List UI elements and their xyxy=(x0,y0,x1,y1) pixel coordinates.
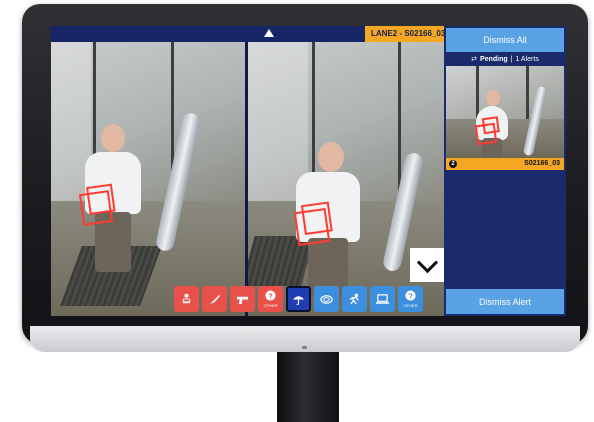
question-icon: ? xyxy=(265,290,276,301)
alert-number-badge: 2 xyxy=(449,160,457,168)
threat-category-toolbar: ? OTHER ? OTHER xyxy=(174,286,444,314)
laptop-icon xyxy=(376,293,389,304)
threat-bounding-box[interactable] xyxy=(293,207,331,247)
gun-icon xyxy=(236,296,249,304)
screen: LANE2 - S02166_03 ? OTHER ? OTHER Dismis… xyxy=(51,26,566,316)
tool-explosive-button[interactable] xyxy=(174,286,199,312)
chevron-down-icon xyxy=(416,251,438,273)
alert-count: 1 Alerts xyxy=(515,55,539,63)
person-head xyxy=(486,90,500,106)
threat-bounding-box[interactable] xyxy=(78,190,114,226)
alert-thumbnail[interactable] xyxy=(446,66,564,158)
tool-caption: OTHER xyxy=(403,303,418,308)
pending-label: Pending xyxy=(480,55,508,63)
dismiss-alert-button[interactable]: Dismiss Alert xyxy=(446,289,564,314)
expand-down-button[interactable] xyxy=(410,248,444,282)
person-head xyxy=(101,124,125,152)
swap-arrows-icon: ⇄ xyxy=(471,56,478,63)
tool-laptop-button[interactable] xyxy=(370,286,395,312)
camera-top-bar: LANE2 - S02166_03 xyxy=(51,26,452,42)
power-indicator xyxy=(302,346,307,349)
separator: | xyxy=(510,55,513,63)
monitor-stand xyxy=(277,352,339,422)
umbrella-icon xyxy=(292,295,305,305)
svg-text:?: ? xyxy=(268,291,273,300)
pending-status: ⇄ Pending | 1 Alerts xyxy=(446,53,564,65)
alert-thumbnail-id: S02166_03 xyxy=(524,160,560,167)
tool-gun-button[interactable] xyxy=(230,286,255,312)
alert-thumbnail-label-bar: 2 S02166_03 xyxy=(446,158,564,170)
tool-person-button[interactable] xyxy=(342,286,367,312)
tool-knife-button[interactable] xyxy=(202,286,227,312)
question-icon: ? xyxy=(405,290,416,301)
svg-text:?: ? xyxy=(408,291,413,300)
tool-other-benign-button[interactable]: ? OTHER xyxy=(398,286,423,312)
tool-other-threat-button[interactable]: ? OTHER xyxy=(258,286,283,312)
camera-view-left[interactable] xyxy=(51,42,245,316)
cash-bundle-icon xyxy=(320,294,333,304)
threat-bounding-box xyxy=(474,122,498,146)
collapse-up-icon[interactable] xyxy=(264,29,274,37)
knife-icon xyxy=(209,294,221,304)
running-person-icon xyxy=(349,293,359,305)
dismiss-all-button[interactable]: Dismiss All xyxy=(446,28,564,52)
person-head xyxy=(318,142,344,172)
explosive-person-icon xyxy=(182,293,191,303)
lane-label: LANE2 - S02166_03 xyxy=(365,26,452,42)
tool-umbrella-button[interactable] xyxy=(286,286,311,312)
tool-caption: OTHER xyxy=(263,303,278,308)
tool-cash-button[interactable] xyxy=(314,286,339,312)
alert-panel: Dismiss All ⇄ Pending | 1 Alerts 2 S0216… xyxy=(444,26,566,316)
